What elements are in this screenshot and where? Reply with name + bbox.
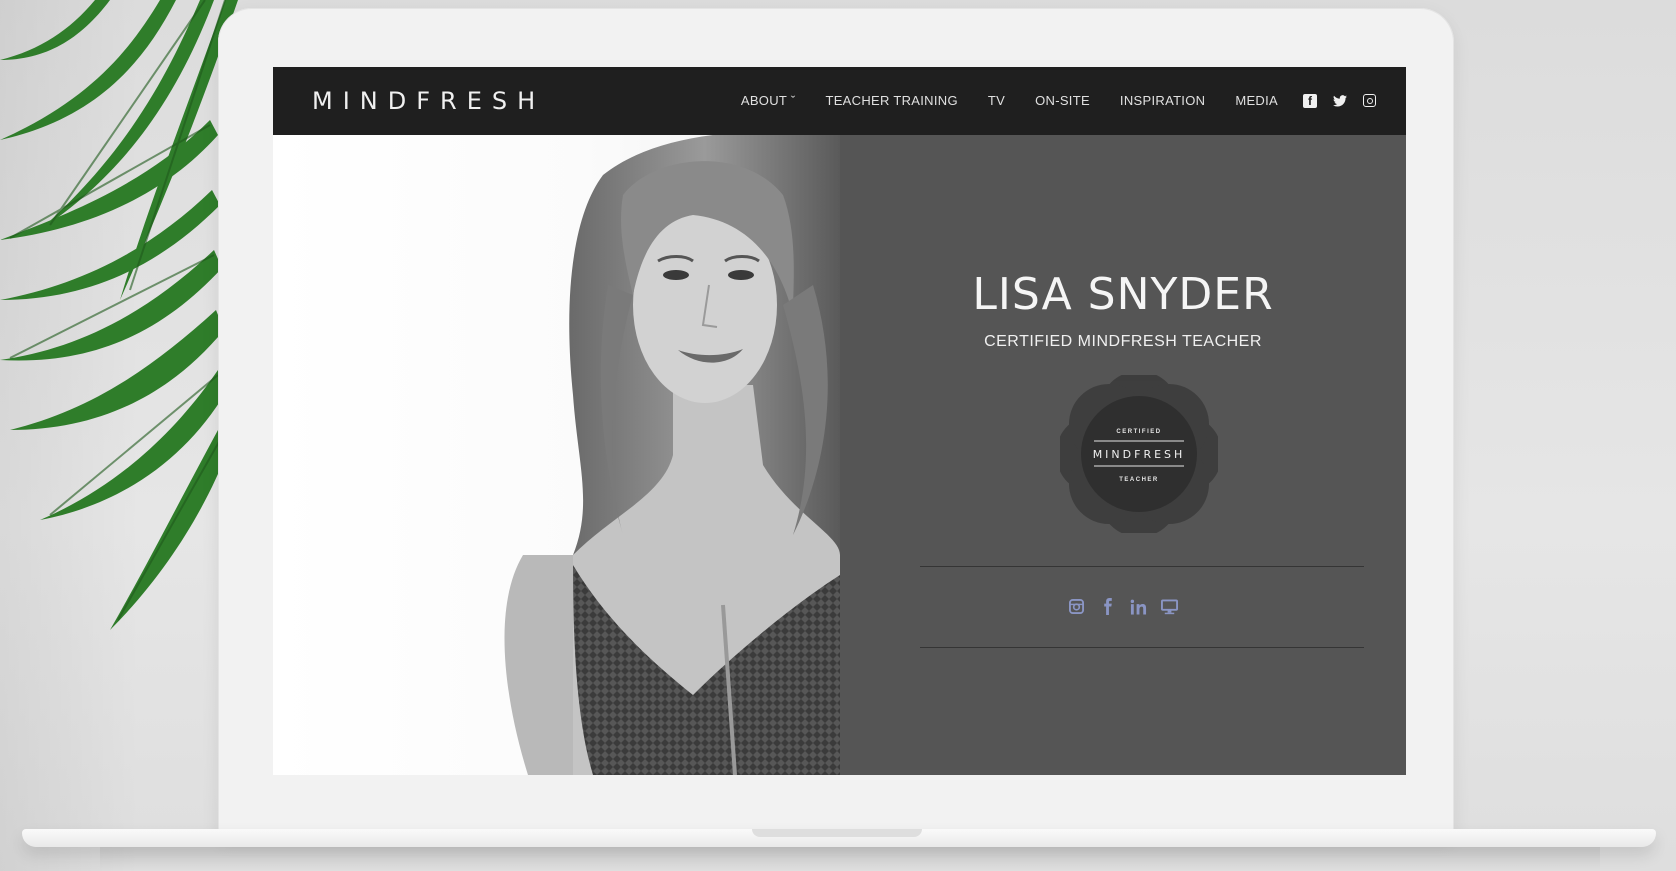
- teacher-name: LISA SNYDER: [972, 269, 1274, 320]
- instagram-icon[interactable]: [1363, 94, 1376, 107]
- profile-panel: LISA SNYDER CERTIFIED MINDFRESH TEACHER …: [840, 135, 1406, 775]
- teacher-title: CERTIFIED MINDFRESH TEACHER: [984, 333, 1262, 350]
- nav-teacher-training[interactable]: TEACHER TRAINING: [825, 93, 957, 108]
- laptop-notch: [752, 829, 922, 837]
- profile-social-links: [840, 598, 1406, 615]
- teacher-portrait: [273, 131, 840, 775]
- twitter-icon[interactable]: [1333, 94, 1347, 108]
- divider-top: [920, 566, 1364, 567]
- badge-top-text: CERTIFIED: [1116, 429, 1161, 435]
- header-social-links: f: [1303, 94, 1376, 108]
- laptop-shadow: [100, 847, 1600, 871]
- instagram-icon[interactable]: [1068, 598, 1085, 615]
- nav-tv[interactable]: TV: [988, 93, 1005, 108]
- main-nav: ABOUT ˇ TEACHER TRAINING TV ON-SITE INSP…: [741, 93, 1278, 108]
- nav-inspiration[interactable]: INSPIRATION: [1120, 93, 1205, 108]
- nav-on-site[interactable]: ON-SITE: [1035, 93, 1090, 108]
- website-screen: MINDFRESH ABOUT ˇ TEACHER TRAINING TV ON…: [273, 67, 1406, 775]
- nav-media[interactable]: MEDIA: [1235, 93, 1278, 108]
- portrait-illustration: [504, 131, 840, 775]
- divider-bottom: [920, 647, 1364, 648]
- linkedin-icon[interactable]: [1130, 598, 1147, 615]
- nav-about[interactable]: ABOUT ˇ: [741, 93, 796, 108]
- badge-middle-text: MINDFRESH: [1093, 448, 1186, 461]
- facebook-icon[interactable]: f: [1303, 94, 1317, 108]
- navbar: MINDFRESH ABOUT ˇ TEACHER TRAINING TV ON…: [273, 67, 1406, 135]
- facebook-icon[interactable]: [1099, 598, 1116, 615]
- badge-bottom-text: TEACHER: [1119, 477, 1159, 483]
- site-logo[interactable]: MINDFRESH: [312, 87, 545, 115]
- certified-badge: CERTIFIED MINDFRESH TEACHER: [1060, 375, 1218, 533]
- website-icon[interactable]: [1161, 598, 1178, 615]
